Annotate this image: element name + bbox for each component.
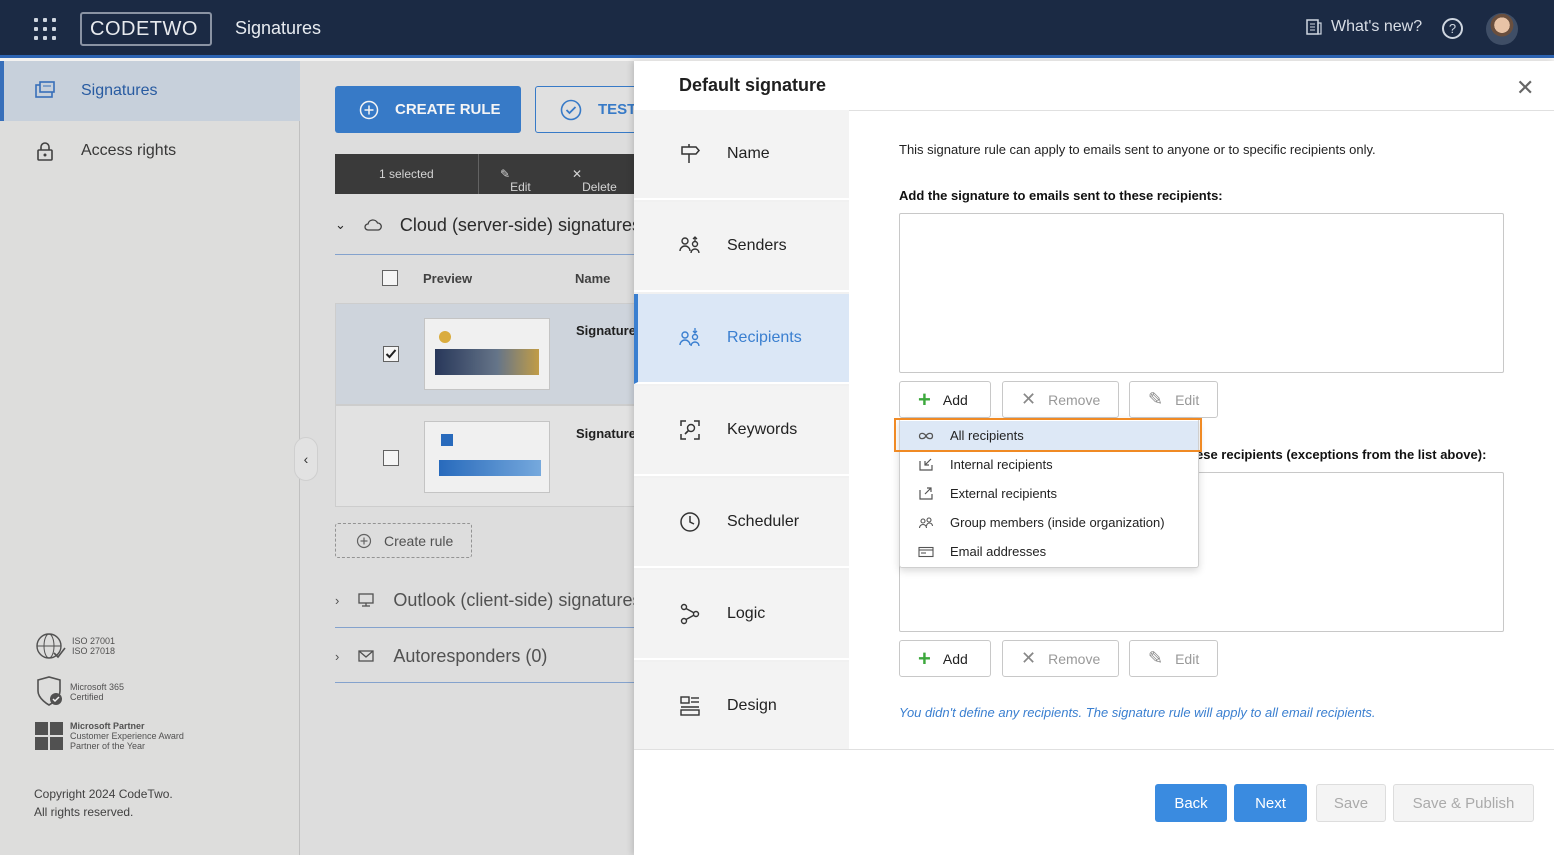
menu-item-label: Email addresses (950, 544, 1047, 559)
close-icon[interactable]: ✕ (1516, 75, 1534, 101)
infinity-icon (918, 432, 934, 439)
whats-new-button[interactable]: What's new? (1305, 18, 1422, 36)
intro-text: This signature rule can apply to emails … (899, 142, 1376, 157)
senders-icon (679, 236, 700, 254)
logic-icon (680, 603, 700, 625)
include-remove-button[interactable]: ✕ Remove (1002, 381, 1119, 418)
group-icon (918, 516, 934, 528)
edit-label: Edit (1175, 391, 1200, 408)
menu-item-email-addresses[interactable]: Email addresses (900, 537, 1198, 566)
keywords-icon (680, 420, 700, 440)
step-design[interactable]: Design (634, 662, 849, 752)
close-icon: ✕ (1021, 648, 1037, 668)
step-name[interactable]: Name (634, 110, 849, 200)
news-icon (1306, 19, 1322, 35)
edit-label: Edit (1175, 650, 1200, 667)
include-recipients-list[interactable] (899, 213, 1504, 373)
exclude-remove-button[interactable]: ✕ Remove (1002, 640, 1119, 677)
exclude-edit-button[interactable]: ✎ Edit (1129, 640, 1218, 677)
step-label: Name (727, 145, 770, 162)
whats-new-label: What's new? (1331, 18, 1423, 35)
wizard-steps: Name Senders Recipients Keywords Schedul… (634, 110, 849, 752)
back-button[interactable]: Back (1155, 784, 1227, 822)
include-recipients-label: Add the signature to emails sent to thes… (899, 188, 1223, 203)
menu-item-external-recipients[interactable]: External recipients (900, 479, 1198, 508)
codetwo-logo[interactable]: CODETWO (80, 12, 212, 46)
clock-icon (680, 512, 700, 532)
step-keywords[interactable]: Keywords (634, 386, 849, 476)
step-scheduler[interactable]: Scheduler (634, 478, 849, 568)
step-senders[interactable]: Senders (634, 202, 849, 292)
save-publish-button[interactable]: Save & Publish (1393, 784, 1534, 822)
add-label: Add (942, 650, 968, 667)
include-edit-button[interactable]: ✎ Edit (1129, 381, 1218, 418)
step-logic[interactable]: Logic (634, 570, 849, 660)
step-label: Design (727, 697, 777, 714)
internal-icon (919, 458, 933, 471)
step-label: Scheduler (727, 513, 800, 530)
close-icon: ✕ (1021, 389, 1037, 409)
step-recipients[interactable]: Recipients (634, 294, 849, 384)
step-label: Keywords (727, 421, 798, 438)
exclude-add-button[interactable]: + Add (899, 640, 991, 677)
menu-item-group-members[interactable]: Group members (inside organization) (900, 508, 1198, 537)
info-message: You didn't define any recipients. The si… (899, 705, 1376, 720)
plus-icon: + (918, 645, 931, 671)
save-button[interactable]: Save (1316, 784, 1386, 822)
design-icon (680, 696, 700, 716)
avatar[interactable] (1486, 13, 1518, 45)
recipients-icon (679, 328, 700, 347)
step-label: Logic (727, 605, 766, 622)
top-bar: CODETWO Signatures What's new? ? (0, 0, 1554, 58)
menu-item-label: All recipients (950, 428, 1024, 443)
external-icon (919, 486, 933, 500)
collapse-sidebar-button[interactable]: ‹ (294, 437, 318, 481)
app-title: Signatures (235, 18, 322, 38)
menu-item-label: Group members (inside organization) (950, 515, 1165, 530)
panel-title: Default signature (679, 75, 827, 95)
add-label: Add (942, 391, 968, 408)
menu-item-all-recipients[interactable]: All recipients (900, 421, 1198, 450)
menu-item-internal-recipients[interactable]: Internal recipients (900, 450, 1198, 479)
signpost-icon (681, 144, 700, 163)
pencil-icon: ✎ (1148, 389, 1164, 409)
remove-label: Remove (1048, 650, 1101, 667)
divider (634, 749, 1554, 750)
email-card-icon (918, 546, 934, 557)
app-launcher-icon[interactable] (34, 18, 56, 40)
include-add-button[interactable]: + Add (899, 381, 991, 418)
pencil-icon: ✎ (1148, 648, 1164, 668)
menu-item-label: Internal recipients (950, 457, 1053, 472)
help-icon[interactable]: ? (1442, 18, 1463, 39)
remove-label: Remove (1048, 391, 1101, 408)
step-label: Recipients (727, 329, 802, 346)
add-recipients-dropdown: All recipients Internal recipients Exter… (899, 418, 1199, 568)
menu-item-label: External recipients (950, 486, 1057, 501)
step-label: Senders (727, 237, 787, 254)
exclude-recipients-label: ese recipients (exceptions from the list… (1196, 447, 1487, 462)
next-button[interactable]: Next (1234, 784, 1307, 822)
plus-icon: + (918, 386, 931, 412)
